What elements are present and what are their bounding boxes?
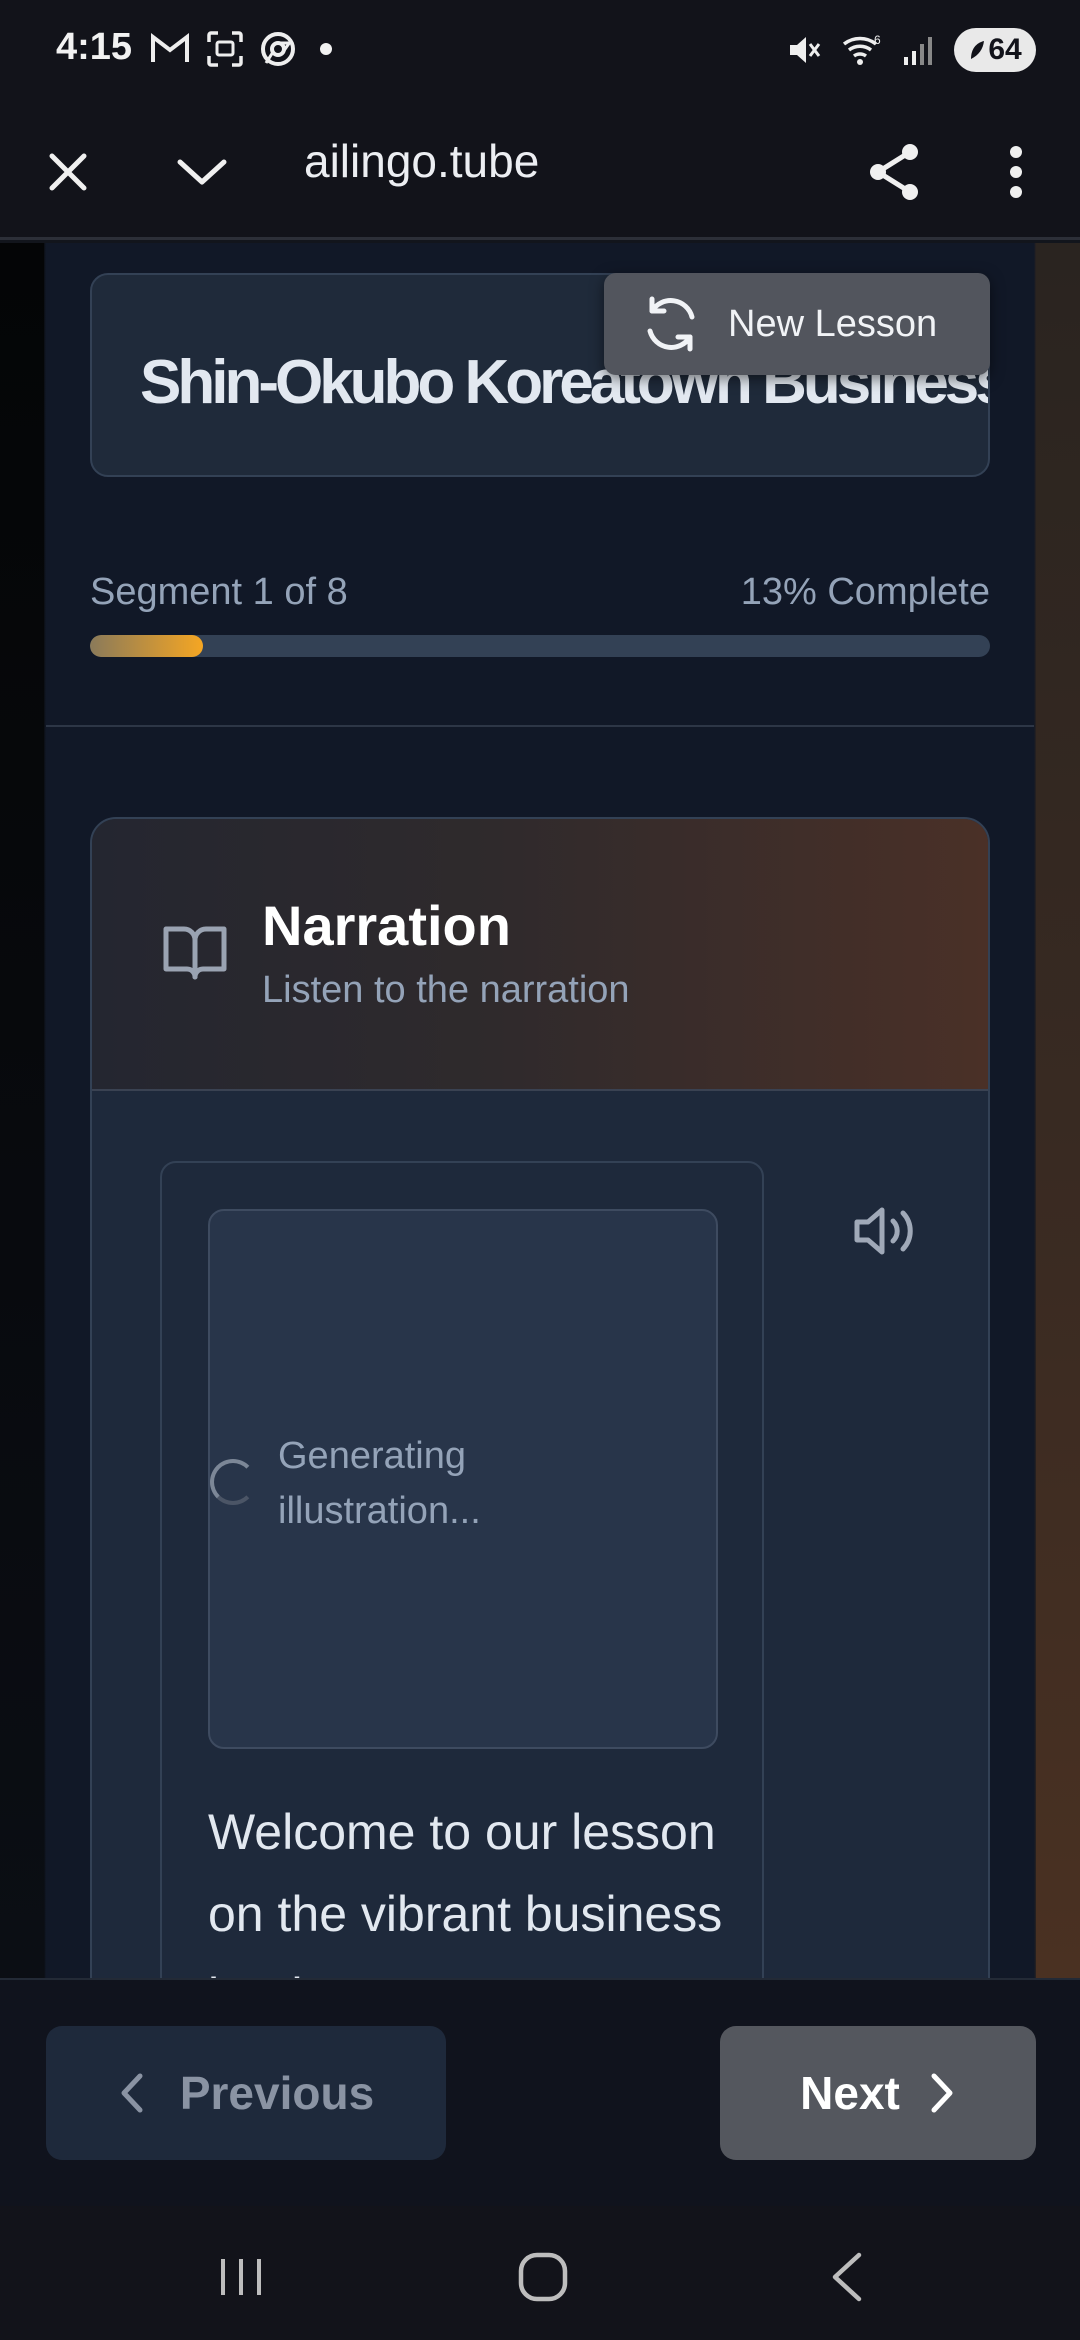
- recent-apps-button[interactable]: [206, 2242, 276, 2312]
- chevron-right-icon: [931, 2073, 953, 2113]
- browser-toolbar: ailingo.tube: [0, 104, 1080, 240]
- status-system-icons: 6 64: [786, 28, 1036, 72]
- narration-title: Narration: [262, 894, 511, 957]
- loading-spinner-icon: [210, 1459, 256, 1505]
- home-button[interactable]: [508, 2242, 578, 2312]
- status-bar: 4:15 6 64: [0, 0, 1080, 104]
- mute-icon: [790, 37, 821, 63]
- battery-level: 64: [988, 33, 1022, 66]
- speaker-icon: [854, 1207, 913, 1255]
- signal-icon: [904, 37, 932, 65]
- back-button[interactable]: [812, 2242, 882, 2312]
- segment-label: Segment 1 of 8: [90, 571, 348, 613]
- previous-button[interactable]: Previous: [46, 2026, 446, 2160]
- close-icon: [49, 153, 87, 191]
- share-button[interactable]: [852, 130, 936, 214]
- lesson-navigation: Previous Next: [0, 1978, 1080, 2206]
- screenshot-icon: [207, 31, 243, 67]
- more-options-button[interactable]: [974, 130, 1058, 214]
- book-open-icon: [163, 926, 227, 980]
- right-edge: [1036, 243, 1080, 1978]
- notification-dot: [320, 43, 332, 55]
- more-vert-icon: [1010, 146, 1022, 198]
- minimize-button[interactable]: [160, 130, 244, 214]
- play-audio-button[interactable]: [844, 1189, 928, 1273]
- next-label: Next: [800, 2067, 900, 2119]
- battery-icon: 64: [954, 28, 1036, 72]
- progress-percent: 13% Complete: [740, 571, 990, 613]
- lesson-page: Shin-Okubo Koreatown Business New Lesson…: [0, 243, 1080, 1978]
- status-notification-icons: [150, 30, 332, 68]
- previous-label: Previous: [179, 2067, 375, 2119]
- narration-content: Generating illustration... Welcome to ou…: [160, 1161, 764, 1978]
- left-edge: [0, 243, 44, 1978]
- next-button[interactable]: Next: [720, 2026, 1036, 2160]
- narration-card: Narration Listen to the narration Genera…: [90, 817, 990, 1978]
- progress-bar: [90, 635, 990, 657]
- share-icon: [870, 144, 918, 200]
- divider: [46, 725, 1034, 727]
- illustration-placeholder: Generating illustration...: [208, 1209, 718, 1749]
- progress-fill: [90, 635, 203, 657]
- chevron-left-icon: [121, 2073, 143, 2113]
- refresh-icon: [647, 296, 695, 352]
- chevron-down-icon: [177, 159, 227, 185]
- svg-text:6: 6: [874, 33, 881, 47]
- recent-apps-icon: [221, 2259, 261, 2295]
- gmail-icon: [151, 32, 189, 62]
- system-navigation-bar: [0, 2206, 1080, 2340]
- chrome-icon: [261, 32, 295, 66]
- new-lesson-button[interactable]: New Lesson: [604, 273, 990, 375]
- new-lesson-label: New Lesson: [728, 302, 938, 345]
- narration-subtitle: Listen to the narration: [262, 969, 630, 1011]
- generating-text: Generating illustration...: [278, 1435, 481, 1532]
- wifi-icon: 6: [842, 33, 881, 65]
- back-icon: [832, 2252, 862, 2302]
- narration-header: Narration Listen to the narration: [92, 819, 988, 1091]
- home-icon: [518, 2252, 568, 2302]
- url-text[interactable]: ailingo.tube: [304, 134, 539, 188]
- narration-text: Welcome to our lesson on the vibrant bus…: [208, 1804, 723, 1978]
- status-time: 4:15: [56, 26, 133, 68]
- close-tab-button[interactable]: [26, 130, 110, 214]
